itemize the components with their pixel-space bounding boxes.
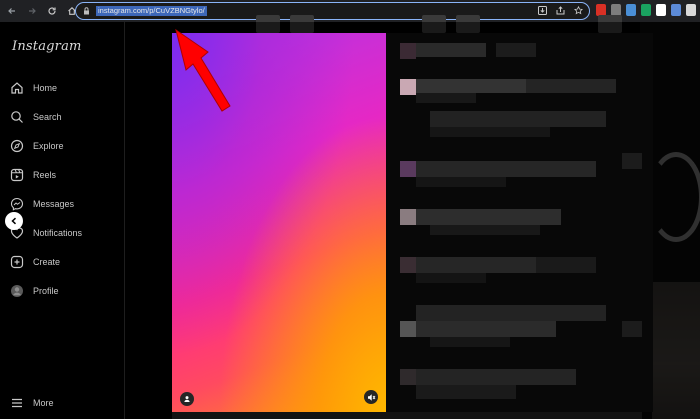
sidebar-item-label: Create (33, 257, 61, 267)
instagram-logo[interactable]: Instagram (12, 39, 82, 54)
messenger-icon (10, 197, 24, 211)
comments-panel-pixelated (386, 33, 653, 412)
sidebar-item-label: Messages (33, 199, 75, 209)
mute-button[interactable] (364, 390, 378, 404)
mute-icon (367, 393, 375, 401)
compass-icon (10, 139, 24, 153)
url-text[interactable]: instagram.com/p/CuVZBNGtylo/ (96, 6, 207, 16)
user-tag-button[interactable] (180, 392, 194, 406)
previous-post-button[interactable] (5, 212, 23, 230)
sidebar-item-label: More (33, 398, 54, 408)
plus-square-icon (10, 255, 24, 269)
sidebar-item-create[interactable]: Create (10, 253, 60, 271)
sidebar-item-label: Search (33, 112, 62, 122)
sidebar-item-more[interactable]: More (10, 396, 54, 410)
extension-icon[interactable] (656, 4, 666, 16)
forward-icon[interactable] (24, 3, 40, 19)
sidebar-item-label: Reels (33, 170, 57, 180)
sidebar-item-label: Profile (33, 286, 59, 296)
browser-toolbar: instagram.com/p/CuVZBNGtylo/ (0, 0, 700, 22)
extension-icon[interactable] (686, 4, 696, 16)
chevron-left-icon (11, 217, 17, 225)
sidebar-item-label: Notifications (33, 228, 83, 238)
sidebar-item-messages[interactable]: Messages (10, 195, 74, 213)
extension-icon[interactable] (626, 4, 636, 16)
lock-icon[interactable] (82, 7, 91, 16)
sidebar-item-home[interactable]: Home (10, 79, 57, 97)
extension-icon[interactable] (641, 4, 651, 16)
reload-icon[interactable] (44, 3, 60, 19)
sidebar-item-label: Home (33, 83, 58, 93)
sidebar-item-label: Explore (33, 141, 64, 151)
annotation-arrow (175, 28, 231, 112)
search-icon (11, 111, 23, 123)
sidebar-item-reels[interactable]: Reels (10, 166, 56, 184)
sidebar-item-search[interactable]: Search (10, 108, 62, 126)
home-icon (11, 82, 23, 94)
sidebar-item-explore[interactable]: Explore (10, 137, 64, 155)
user-tag-icon (184, 396, 190, 402)
back-icon[interactable] (4, 3, 20, 19)
sidebar-item-profile[interactable]: Profile (10, 282, 59, 300)
share-icon[interactable] (556, 5, 565, 16)
avatar (11, 285, 23, 297)
address-bar[interactable]: instagram.com/p/CuVZBNGtylo/ (75, 2, 590, 20)
menu-icon (12, 398, 22, 408)
bookmark-star-icon[interactable] (574, 5, 583, 16)
install-icon[interactable] (538, 5, 547, 16)
extension-icon[interactable] (671, 4, 681, 16)
reels-icon (10, 168, 24, 182)
